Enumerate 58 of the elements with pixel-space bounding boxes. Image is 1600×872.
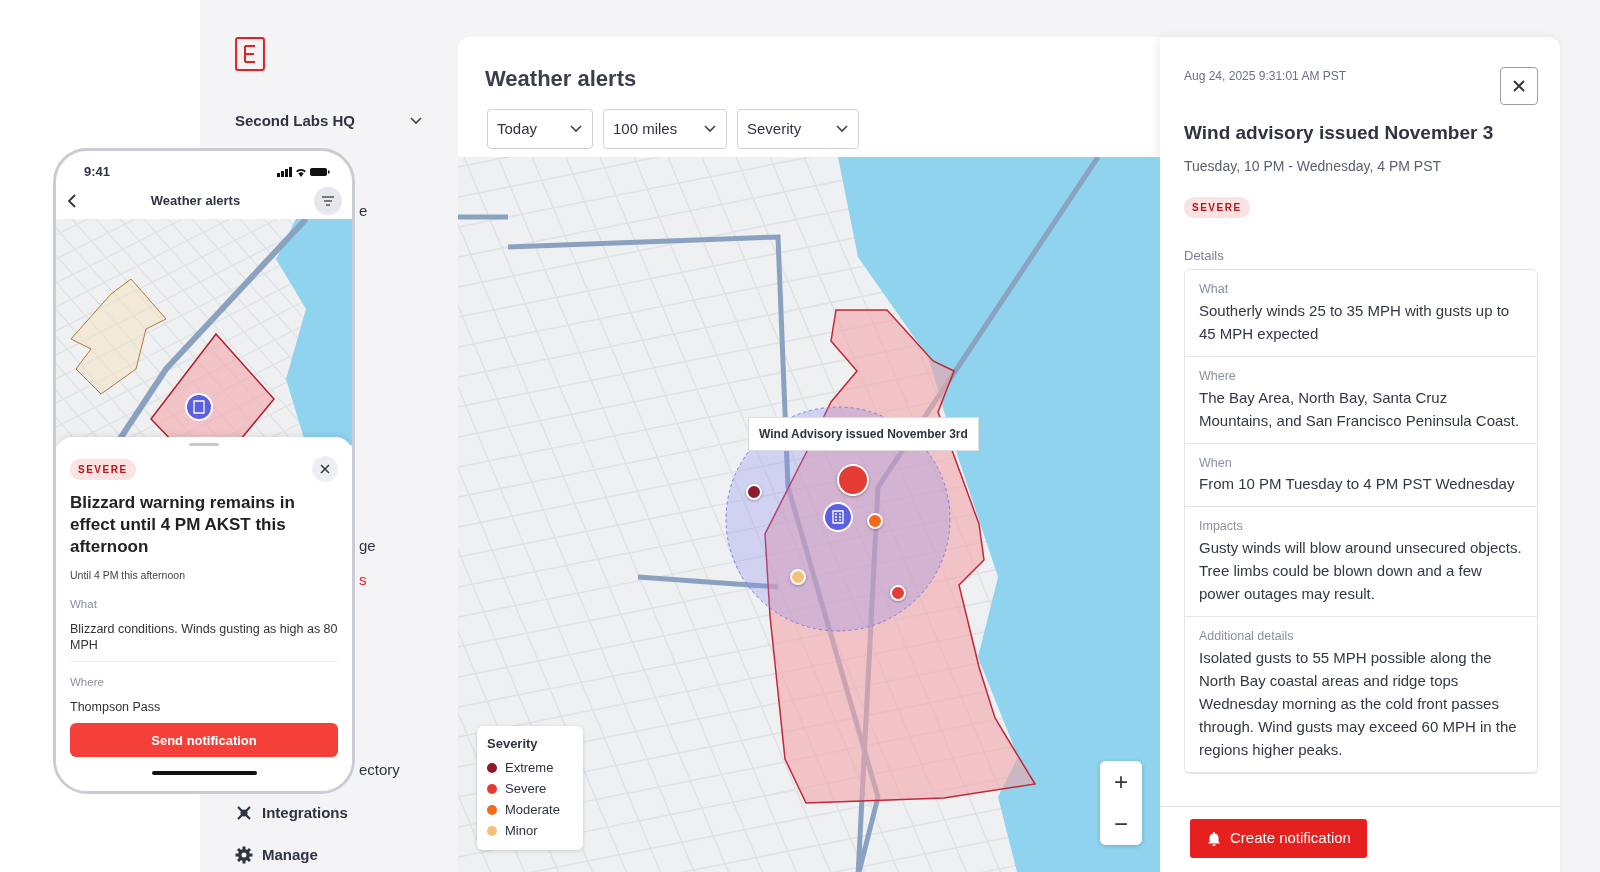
screen-title: Weather alerts	[150, 192, 241, 211]
field-value: Blizzard conditions. Winds gusting as high as 80 MPH	[70, 621, 338, 653]
status-time: 9:41	[84, 163, 111, 182]
zoom-in-button[interactable]: +	[1100, 761, 1142, 803]
filter-button[interactable]	[314, 187, 342, 215]
field-label: What	[1199, 281, 1230, 298]
close-icon	[320, 464, 330, 474]
field-label: When	[1199, 454, 1233, 472]
create-notification-button[interactable]: Create notification	[1190, 819, 1367, 858]
zoom-out-button[interactable]: −	[1100, 803, 1142, 845]
sidebar-item[interactable]: ectory	[359, 753, 400, 788]
timestamp: Aug 24, 2025 9:31:01 AM PST	[1184, 68, 1347, 85]
back-icon[interactable]	[68, 194, 77, 208]
sidebar-item[interactable]: ge	[359, 529, 376, 564]
field-value: Southerly winds 25 to 35 MPH with gusts up to 45 MPH expected	[1199, 300, 1511, 344]
severity-tag: SEVERE	[1184, 196, 1250, 218]
field-label: What	[70, 596, 98, 612]
workspace-selector[interactable]: Second Labs HQ	[235, 108, 423, 133]
legend-label: Severe	[505, 780, 547, 799]
legend-title: Severity	[487, 735, 539, 753]
alert-time: Until 4 PM this afternoon	[70, 568, 186, 583]
alert-title: Blizzard warning remains in effect until 4 PM AKST this afternoon	[70, 492, 296, 558]
close-icon	[1512, 79, 1526, 93]
field-label: Impacts	[1199, 518, 1244, 536]
field-value: The Bay Area, North Bay, Santa Cruz Mountains, and San Francisco Peninsula Coast.	[1199, 387, 1521, 431]
field-label: Where	[1199, 367, 1237, 385]
field-value: Isolated gusts to 55 MPH possible along the North Bay coastal areas and ridge tops Wednesday morning as the cold front passes through. Wind gusts may exceed 60 MPH in the regions higher peaks.	[1199, 647, 1518, 760]
sidebar-item[interactable]: Integrations	[235, 796, 348, 831]
legend-label: Moderate	[505, 801, 560, 820]
drag-handle[interactable]	[189, 443, 219, 446]
sidebar-item[interactable]: s	[359, 563, 367, 598]
field-value: Gusty winds will blow around unsecured objects. Tree limbs could be blown down and a few power outages may result.	[1199, 538, 1523, 604]
field-value: From 10 PM Tuesday to 4 PM PST Wednesday	[1199, 474, 1516, 495]
field-label: Where	[70, 675, 105, 690]
status-icons-icon	[277, 166, 330, 178]
bell-icon	[1206, 830, 1222, 847]
logo-icon[interactable]	[235, 37, 265, 71]
field-label: Additional details	[1199, 628, 1295, 645]
legend-label: Extreme	[505, 759, 554, 778]
filter-dropdown[interactable]: Severity	[737, 109, 859, 149]
map-tooltip: Wind Advisory issued November 3rd	[748, 417, 979, 451]
sidebar-item[interactable]: Manage	[235, 838, 318, 872]
section-label: Details	[1184, 246, 1225, 265]
alert-time-range: Tuesday, 10 PM - Wednesday, 4 PM PST	[1184, 156, 1443, 176]
close-button[interactable]	[1500, 67, 1538, 105]
filter-dropdown[interactable]: Today	[487, 109, 593, 149]
building-marker-icon[interactable]	[823, 502, 853, 532]
send-notification-button[interactable]: Send notification	[70, 723, 338, 758]
page-title: Weather alerts	[485, 65, 638, 93]
alert-title: Wind advisory issued November 3	[1184, 121, 1495, 145]
field-value: Thompson Pass	[70, 699, 162, 716]
sidebar-item[interactable]: e	[359, 194, 368, 229]
legend-label: Minor	[505, 822, 538, 841]
filter-dropdown[interactable]: 100 miles	[603, 109, 727, 149]
filter-icon	[321, 195, 335, 207]
close-button[interactable]	[312, 456, 338, 482]
gear-icon	[235, 846, 253, 865]
severity-tag: SEVERE	[70, 458, 136, 480]
